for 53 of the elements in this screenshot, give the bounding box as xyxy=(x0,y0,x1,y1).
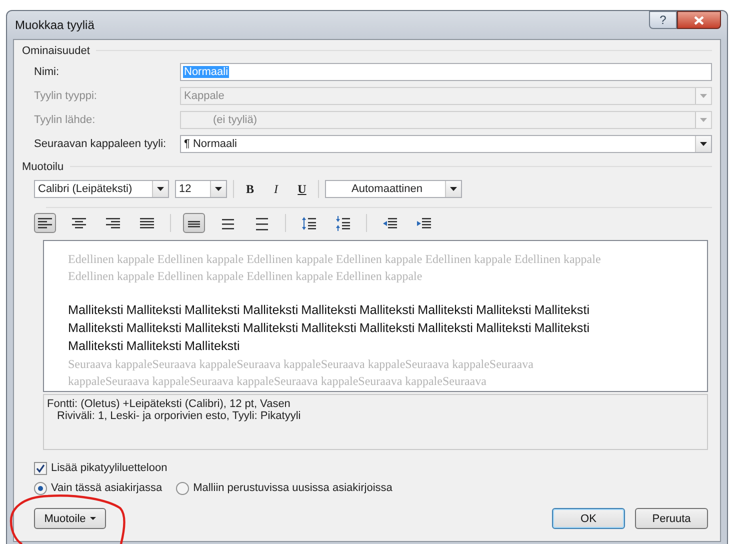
dropdown-arrow-button[interactable] xyxy=(152,181,168,197)
style-dropdown[interactable]: ¶ Normaali xyxy=(180,135,712,153)
dropdown-arrow-icon xyxy=(450,187,457,191)
underline-button[interactable]: U xyxy=(292,179,312,199)
decrease-indent-icon xyxy=(382,216,398,230)
close-icon xyxy=(694,16,704,24)
close-button[interactable] xyxy=(677,11,721,29)
align-left-icon xyxy=(37,216,53,230)
radio-button[interactable] xyxy=(34,482,47,494)
caret-icon xyxy=(90,517,96,520)
double-spacing-icon xyxy=(254,216,270,230)
preview-previous-text: Edellinen kappale Edellinen kappale Edellinen kappale Edellinen kappale Edellinen kappale Edellinen kappale Edellinen kappale Edellinen kappale Edellinen kappale Edellinen kappale xyxy=(68,251,602,285)
ok-button[interactable]: OK xyxy=(552,508,625,529)
help-button[interactable]: ? xyxy=(649,11,677,29)
field-label: Tyylin tyyppi: xyxy=(34,90,98,102)
cancel-button[interactable]: Peruuta xyxy=(635,508,708,529)
dropdown-arrow-button[interactable] xyxy=(695,136,711,152)
section-title: Ominaisuudet xyxy=(22,44,90,56)
description-text: Riviväli: 1, Leski- ja orporivien esto, Tyyli: Pikatyyli xyxy=(56,410,302,422)
dropdown-arrow-button[interactable] xyxy=(445,181,461,197)
checkbox[interactable] xyxy=(34,462,47,474)
preview-next-text: Seuraava kappaleSeuraava kappaleSeuraava kappaleSeuraava kappaleSeuraava kappaleSeuraava kappaleSeuraava kappaleSeuraava kappaleSeuraava kappaleSeuraava kappaleSeuraava xyxy=(68,356,534,390)
dropdown-arrow-icon xyxy=(700,142,707,146)
field-label: Seuraavan kappaleen tyyli: xyxy=(34,138,168,150)
field-label: Tyylin lähde: xyxy=(34,114,96,126)
radio-button[interactable] xyxy=(176,482,190,494)
font-dropdown[interactable]: Calibri (Leipäteksti) xyxy=(34,180,169,198)
field-label: Nimi: xyxy=(34,66,60,78)
description-text: Fontti: (Oletus) +Leipäteksti (Calibri), 12 pt, Vasen xyxy=(47,398,292,410)
format-menu-button[interactable]: Muotoile xyxy=(34,508,106,529)
italic-button[interactable]: I xyxy=(266,179,286,199)
increase-paragraph-spacing-icon xyxy=(301,216,317,230)
justify-icon xyxy=(139,216,155,230)
preview-sample-text: Malliteksti Malliteksti Malliteksti Malliteksti Malliteksti Malliteksti Malliteksti Malliteksti Malliteksti Malliteksti Malliteksti Malliteksti Malliteksti Malliteksti Malliteksti Malliteksti Malliteksti Malliteksti Malliteksti Malliteksti Malliteksti xyxy=(68,302,591,355)
align-left-button[interactable] xyxy=(34,213,56,233)
dropdown-arrow-icon xyxy=(700,94,707,98)
window-title: Muokkaa tyyliä xyxy=(14,18,94,32)
checkbox-label: Lisää pikatyyliluetteloon xyxy=(51,462,168,474)
align-right-icon xyxy=(105,216,121,230)
single-spacing-button[interactable] xyxy=(183,213,205,233)
section-title: Muotoilu xyxy=(22,160,64,172)
bold-button[interactable]: B xyxy=(240,179,260,199)
decrease-paragraph-spacing-icon xyxy=(335,216,351,230)
align-center-icon xyxy=(71,216,87,230)
dropdown-arrow-icon xyxy=(215,187,222,191)
font-color-dropdown[interactable]: Automaattinen xyxy=(325,180,462,198)
radio-label: Malliin perustuvissa uusissa asiakirjoissa xyxy=(193,482,392,494)
dropdown-arrow-icon xyxy=(700,118,707,122)
font-size-dropdown[interactable]: 12 xyxy=(175,180,227,198)
increase-indent-icon xyxy=(416,216,432,230)
dropdown-arrow-button[interactable] xyxy=(210,181,226,197)
dropdown-arrow-icon xyxy=(157,187,164,191)
radio-label: Vain tässä asiakirjassa xyxy=(51,482,162,494)
